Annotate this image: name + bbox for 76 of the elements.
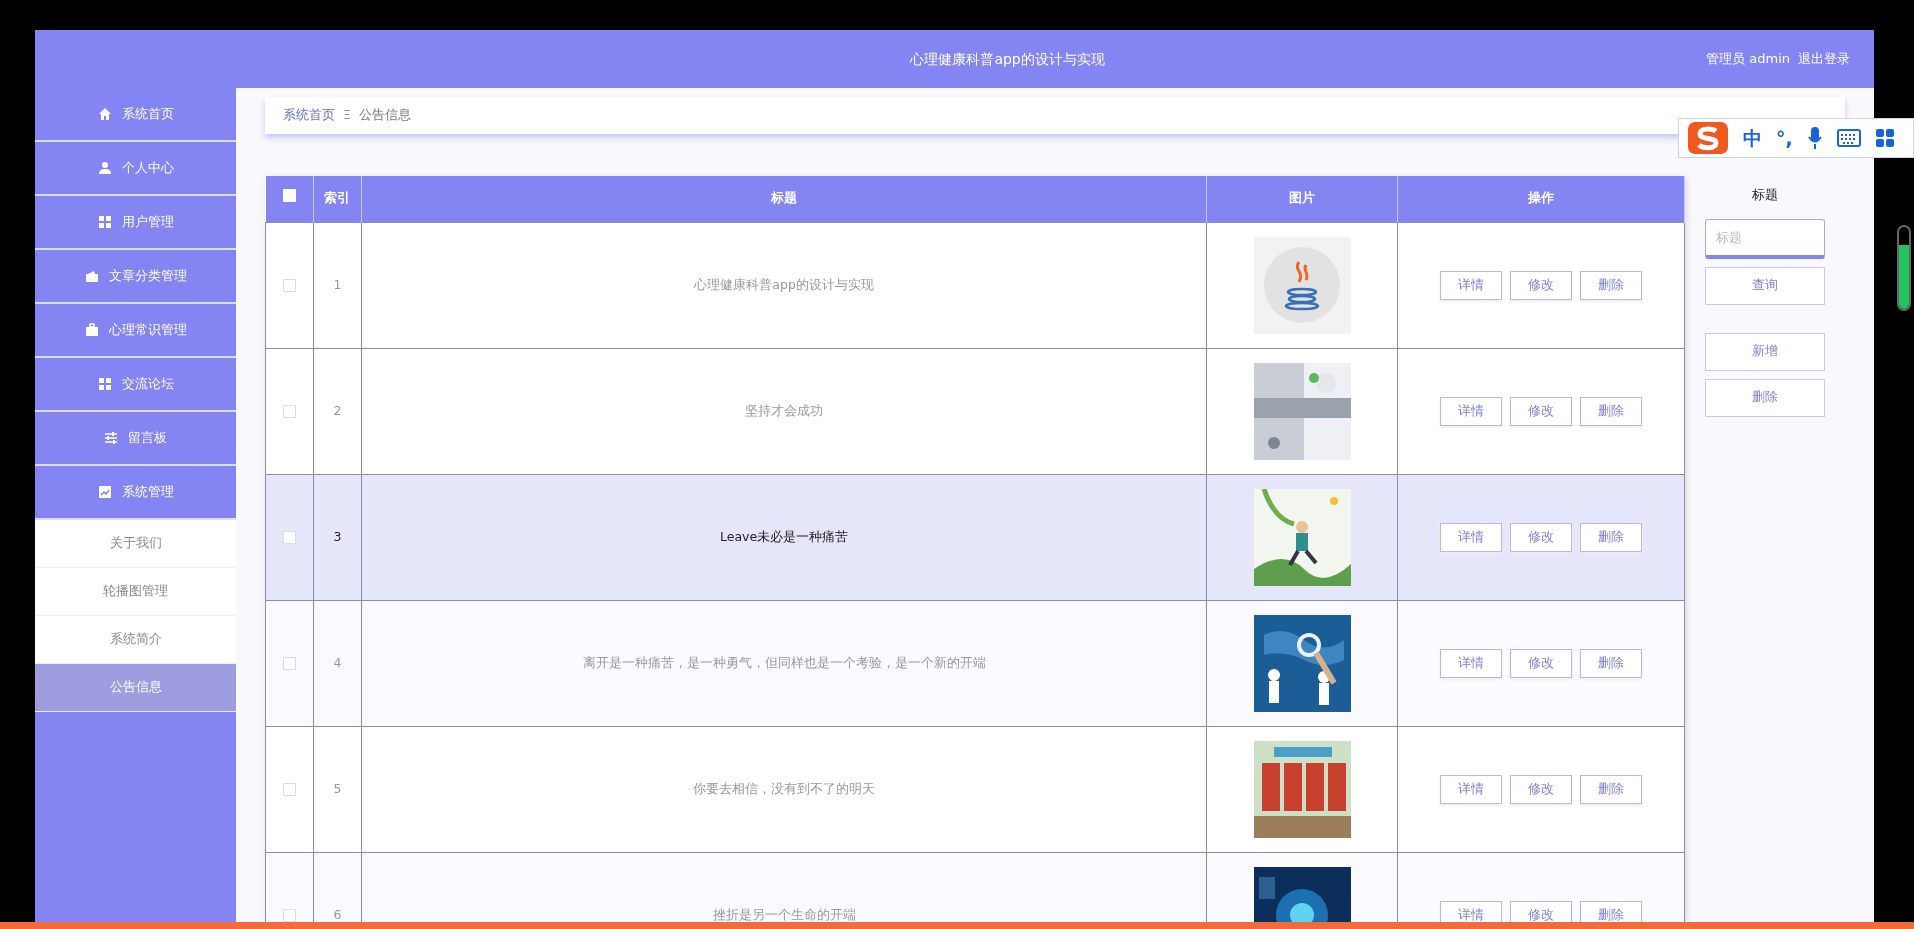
- row-checkbox[interactable]: [283, 404, 296, 418]
- sidebar-item[interactable]: 系统首页: [35, 88, 236, 142]
- breadcrumb-link[interactable]: 系统首页: [283, 106, 335, 125]
- edit-button[interactable]: 修改: [1510, 522, 1573, 552]
- column-header: 标题: [361, 176, 1207, 222]
- field-label: 标题: [1751, 186, 1779, 204]
- grid-icon: [97, 377, 112, 391]
- row-checkbox[interactable]: [283, 656, 296, 670]
- search-button[interactable]: 查询: [1705, 266, 1825, 305]
- table-cell: 坚持才会成功: [361, 348, 1207, 474]
- details-button[interactable]: 详情: [1440, 774, 1503, 804]
- chart-icon: [97, 485, 112, 499]
- table-cell: 6: [313, 852, 362, 922]
- sliders-icon: [104, 431, 118, 445]
- column-header: 操作: [1397, 176, 1685, 222]
- row-checkbox[interactable]: [283, 782, 296, 796]
- user-icon: [97, 161, 112, 175]
- logout-link[interactable]: 退出登录: [1798, 49, 1850, 69]
- table-cell: 4: [313, 600, 362, 726]
- row-checkbox[interactable]: [283, 278, 296, 292]
- delete-button[interactable]: 删除: [1705, 378, 1825, 417]
- details-button[interactable]: 详情: [1440, 396, 1503, 426]
- table-cell: 5: [313, 726, 362, 852]
- briefcase-icon: [84, 323, 99, 337]
- delete-button[interactable]: 删除: [1580, 396, 1643, 426]
- table-cell: 2: [313, 348, 362, 474]
- video-progress-bar[interactable]: [0, 922, 1914, 929]
- delete-button[interactable]: 删除: [1580, 900, 1643, 922]
- delete-button[interactable]: 删除: [1580, 522, 1643, 552]
- sidebar-item[interactable]: 留言板: [35, 412, 236, 466]
- add-button[interactable]: 新增: [1705, 332, 1825, 371]
- ime-punctuation-toggle[interactable]: °,: [1776, 123, 1793, 153]
- grid-icon[interactable]: [1874, 128, 1895, 148]
- edit-button[interactable]: 修改: [1510, 774, 1573, 804]
- column-header: 索引: [313, 176, 362, 222]
- breadcrumb-separator: Ξ: [343, 106, 351, 125]
- app-title: 心理健康科普app的设计与实现: [909, 49, 1106, 69]
- breadcrumb-current: 公告信息: [358, 106, 411, 125]
- details-button[interactable]: 详情: [1440, 648, 1503, 678]
- sidebar-item[interactable]: 心理常识管理: [35, 304, 236, 358]
- details-button[interactable]: 详情: [1440, 522, 1503, 552]
- sidebar-item[interactable]: 用户管理: [35, 196, 236, 250]
- user-label: 管理员 admin: [1706, 50, 1790, 69]
- submenu-item[interactable]: 系统简介: [35, 616, 236, 664]
- submenu-item[interactable]: 关于我们: [35, 520, 236, 568]
- delete-button[interactable]: 删除: [1580, 270, 1643, 300]
- row-checkbox[interactable]: [283, 908, 296, 922]
- sidebar-item[interactable]: 交流论坛: [35, 358, 236, 412]
- edit-button[interactable]: 修改: [1510, 900, 1573, 922]
- ime-mode-toggle[interactable]: 中: [1743, 123, 1762, 153]
- microphone-icon[interactable]: [1806, 126, 1823, 150]
- edit-button[interactable]: 修改: [1510, 648, 1573, 678]
- row-checkbox[interactable]: [283, 530, 296, 544]
- grid-icon: [97, 215, 112, 229]
- keyboard-icon[interactable]: [1836, 129, 1861, 147]
- wallet-icon: [84, 269, 99, 283]
- table-cell: 你要去相信，没有到不了的明天: [361, 726, 1207, 852]
- table-cell: 3: [313, 474, 362, 600]
- table-cell: Leave未必是一种痛苦: [361, 474, 1207, 600]
- edit-button[interactable]: 修改: [1510, 396, 1573, 426]
- details-button[interactable]: 详情: [1440, 900, 1503, 922]
- table-cell: 心理健康科普app的设计与实现: [361, 222, 1207, 348]
- title-search-field[interactable]: 标题: [1705, 218, 1825, 259]
- delete-button[interactable]: 删除: [1580, 648, 1643, 678]
- sidebar-item[interactable]: 文章分类管理: [35, 250, 236, 304]
- home-icon: [97, 107, 112, 121]
- volume-meter-icon: [1897, 225, 1911, 311]
- delete-button[interactable]: 删除: [1580, 774, 1643, 804]
- select-all-checkbox[interactable]: [282, 189, 296, 203]
- column-header: 图片: [1206, 176, 1398, 222]
- submenu-item[interactable]: 公告信息: [35, 664, 236, 712]
- details-button[interactable]: 详情: [1440, 270, 1503, 300]
- table-cell: 1: [313, 222, 362, 348]
- edit-button[interactable]: 修改: [1510, 270, 1573, 300]
- sidebar-item[interactable]: 个人中心: [35, 142, 236, 196]
- submenu-item[interactable]: 轮播图管理: [35, 568, 236, 616]
